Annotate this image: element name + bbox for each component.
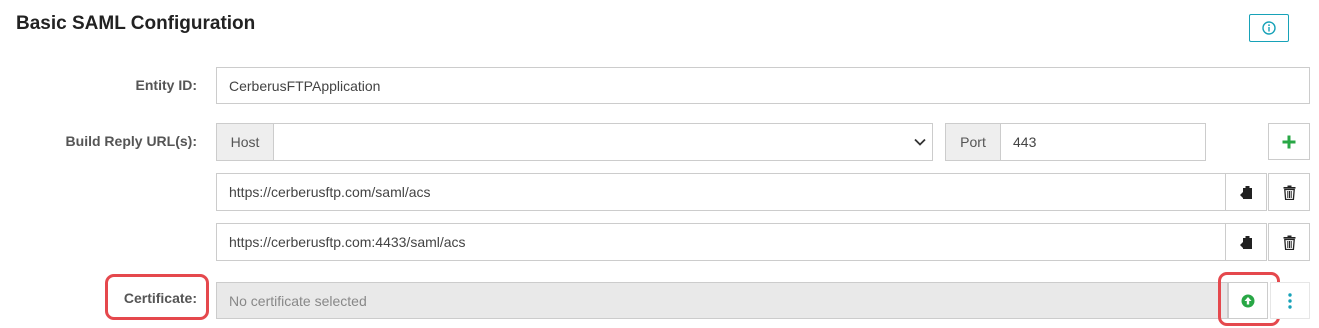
entity-id-input[interactable]: CerberusFTPApplication <box>216 67 1310 104</box>
clipboard-icon <box>1240 185 1252 199</box>
plus-icon <box>1282 135 1296 148</box>
port-addon: Port <box>945 123 1001 161</box>
copy-url-button-1[interactable] <box>1225 173 1267 211</box>
host-addon: Host <box>216 123 274 161</box>
entity-id-label: Entity ID: <box>135 77 197 93</box>
reply-urls-label: Build Reply URL(s): <box>65 133 197 149</box>
info-circle-icon <box>1262 21 1276 35</box>
port-input[interactable]: 443 <box>1000 123 1206 161</box>
trash-icon <box>1283 185 1295 200</box>
host-select[interactable] <box>273 123 933 161</box>
delete-url-button-2[interactable] <box>1268 223 1310 261</box>
copy-url-button-2[interactable] <box>1225 223 1267 261</box>
info-button[interactable] <box>1249 14 1289 42</box>
section-title: Basic SAML Configuration <box>16 13 256 34</box>
reply-url-field-1[interactable]: https://cerberusftp.com/saml/acs <box>216 173 1226 211</box>
add-url-button[interactable] <box>1268 123 1310 160</box>
certificate-label: Certificate: <box>123 290 197 306</box>
more-options-button[interactable] <box>1270 282 1310 319</box>
delete-url-button-1[interactable] <box>1268 173 1310 211</box>
certificate-field[interactable]: No certificate selected <box>216 282 1228 319</box>
trash-icon <box>1283 235 1295 250</box>
clipboard-icon <box>1240 235 1252 249</box>
chevron-down-icon <box>914 138 926 146</box>
reply-url-field-2[interactable]: https://cerberusftp.com:4433/saml/acs <box>216 223 1226 261</box>
vertical-ellipsis-icon <box>1288 292 1292 309</box>
